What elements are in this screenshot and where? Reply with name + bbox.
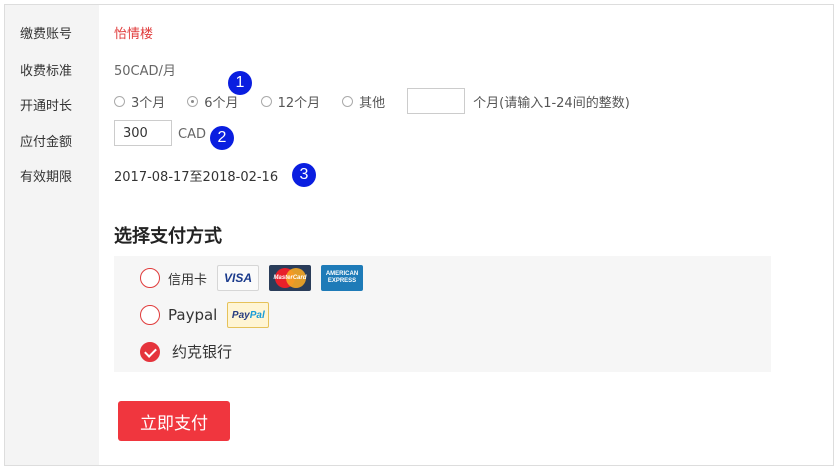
duration-option-3[interactable]: 3个月 xyxy=(114,92,165,111)
radio-6-months[interactable] xyxy=(187,95,199,107)
payment-option-name: Paypal xyxy=(168,306,218,324)
custom-months-hint: 个月(请输入1-24间的整数) xyxy=(473,95,630,111)
validity-value: 2017-08-17至2018-02-16 xyxy=(114,170,279,185)
duration-option-label: 其他 xyxy=(359,95,386,111)
radio-3-months[interactable] xyxy=(114,95,125,107)
standard-label: 收费标准 xyxy=(20,64,73,79)
duration-option-label: 12个月 xyxy=(277,95,321,111)
amex-logo-line2: EXPRESS xyxy=(327,278,357,284)
radio-12-months[interactable] xyxy=(260,95,272,107)
account-value: 怡情楼 xyxy=(114,27,154,42)
payment-method-title: 选择支付方式 xyxy=(114,226,222,247)
radio-other[interactable] xyxy=(342,95,354,107)
payment-option-name: 信用卡 xyxy=(168,272,208,288)
annotation-badge-3: 3 xyxy=(292,163,316,187)
amount-input[interactable] xyxy=(114,120,172,146)
payment-option-credit-card[interactable]: 信用卡 VISA MasterCard AMERICAN EXPRESS xyxy=(140,265,373,291)
payment-option-name: 约克银行 xyxy=(172,343,233,361)
duration-option-other[interactable]: 其他 xyxy=(342,92,385,111)
mastercard-logo-text: MasterCard xyxy=(273,275,307,281)
payment-methods-box: 信用卡 VISA MasterCard AMERICAN EXPRESS Pay… xyxy=(114,256,771,372)
custom-months-input[interactable] xyxy=(407,88,466,114)
currency-label: CAD xyxy=(178,127,206,142)
annotation-badge-2: 2 xyxy=(210,126,234,150)
paypal-logo-text-a: Pay xyxy=(231,309,250,321)
validity-label: 有效期限 xyxy=(20,170,73,185)
amount-label: 应付金额 xyxy=(20,135,73,150)
duration-option-label: 3个月 xyxy=(131,95,166,111)
standard-value: 50CAD/月 xyxy=(114,64,176,79)
paypal-radio[interactable] xyxy=(140,305,160,325)
amex-logo-line1: AMERICAN xyxy=(325,271,359,277)
duration-option-6[interactable]: 6个月 xyxy=(187,92,239,111)
paypal-icon: Pay Pal xyxy=(227,302,270,328)
visa-icon: VISA xyxy=(217,265,260,291)
amex-icon: AMERICAN EXPRESS xyxy=(321,265,364,291)
duration-label: 开通时长 xyxy=(20,99,73,114)
credit-card-radio[interactable] xyxy=(140,268,160,288)
pay-now-button[interactable]: 立即支付 xyxy=(118,401,230,441)
duration-option-label: 6个月 xyxy=(204,95,239,111)
york-bank-radio[interactable] xyxy=(140,341,160,362)
paypal-logo-text-b: Pal xyxy=(249,309,265,321)
duration-option-12[interactable]: 12个月 xyxy=(260,92,321,111)
payment-option-york-bank[interactable]: 约克银行 xyxy=(140,341,242,362)
duration-radio-group: 3个月 6个月 12个月 其他 个月(请输入1-24间的整数) xyxy=(114,88,630,114)
visa-logo-text: VISA xyxy=(224,271,253,285)
mastercard-icon: MasterCard xyxy=(269,265,312,291)
payment-option-paypal[interactable]: Paypal Pay Pal xyxy=(140,302,279,328)
account-label: 缴费账号 xyxy=(20,27,73,42)
annotation-badge-1: 1 xyxy=(228,71,252,95)
